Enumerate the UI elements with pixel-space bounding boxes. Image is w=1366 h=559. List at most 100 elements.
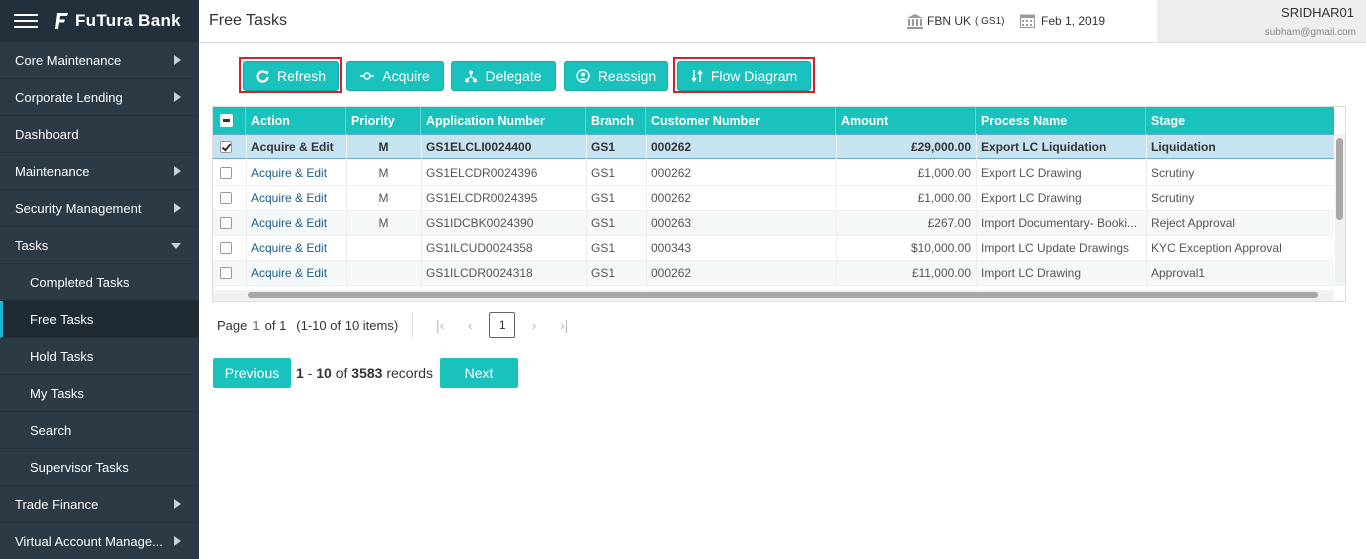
acquire-edit-link[interactable]: Acquire & Edit: [246, 161, 346, 186]
last-page-icon[interactable]: ›|: [549, 317, 579, 333]
sidebar-subitem-label: Search: [30, 422, 72, 438]
row-checkbox[interactable]: [220, 217, 232, 229]
date-text: Feb 1, 2019: [1041, 13, 1106, 28]
flow-diagram-button[interactable]: Flow Diagram: [677, 61, 811, 91]
current-page-button[interactable]: 1: [489, 312, 516, 338]
minus-icon: [223, 119, 230, 122]
sidebar-item-corporate-lending[interactable]: Corporate Lending: [0, 79, 199, 116]
column-divider: [586, 134, 587, 289]
sidebar-item-tasks[interactable]: Tasks: [0, 227, 199, 264]
range-dash: -: [303, 365, 317, 381]
delegate-button[interactable]: Delegate: [451, 61, 556, 91]
col-stage[interactable]: Stage: [1146, 107, 1334, 134]
previous-page-icon[interactable]: ‹: [455, 317, 485, 333]
sidebar-item-label: Core Maintenance: [15, 52, 122, 68]
column-divider: [246, 134, 247, 289]
acquire-edit-link[interactable]: Acquire & Edit: [246, 186, 346, 211]
cell-application-number: GS1IDCBK0024390: [426, 216, 534, 230]
chevron-right-icon: [174, 92, 181, 102]
user-menu[interactable]: SRIDHAR01 subham@gmail.com: [1157, 0, 1366, 42]
hamburger-menu-icon[interactable]: [14, 14, 38, 28]
column-divider: [1146, 134, 1147, 289]
sidebar-item-label: Virtual Account Manage...: [15, 533, 163, 549]
cell-stage: Scrutiny: [1151, 191, 1195, 205]
acquire-edit-link[interactable]: Acquire & Edit: [246, 261, 346, 286]
logo: FuTura Bank: [54, 11, 181, 31]
table-row[interactable]: Acquire & Edit M GS1ELCLI0024400 GS1 000…: [213, 134, 1334, 159]
row-checkbox[interactable]: [220, 192, 232, 204]
page-items: (1-10 of 10 items): [296, 317, 399, 333]
sidebar-item-virtual-account[interactable]: Virtual Account Manage...: [0, 523, 199, 559]
cell-priority: M: [378, 166, 389, 180]
acquire-edit-link[interactable]: Acquire & Edit: [246, 135, 346, 160]
col-customer-number[interactable]: Customer Number: [646, 107, 836, 134]
records-summary: 1 - 10 of 3583 records: [296, 365, 433, 381]
column-divider: [346, 134, 347, 289]
acquire-button[interactable]: Acquire: [346, 61, 444, 91]
table-row[interactable]: Acquire & Edit M GS1ELCDR0024396 GS1 000…: [213, 161, 1334, 186]
cell-branch: GS1: [591, 216, 616, 230]
sidebar-item-maintenance[interactable]: Maintenance: [0, 153, 199, 190]
cell-customer-number: 000262: [651, 191, 692, 205]
delegate-icon: [465, 70, 478, 82]
cell-amount: $10,000.00: [910, 241, 971, 255]
chevron-right-icon: [174, 499, 181, 509]
col-branch[interactable]: Branch: [586, 107, 646, 134]
sidebar-subitem-search[interactable]: Search: [0, 412, 199, 449]
cell-stage: Reject Approval: [1151, 216, 1236, 230]
sidebar-subitem-free-tasks[interactable]: Free Tasks: [0, 301, 199, 338]
cell-process-name: Import Documentary- Booki...: [981, 216, 1138, 230]
acquire-edit-link[interactable]: Acquire & Edit: [246, 211, 346, 236]
table-row[interactable]: Acquire & Edit M GS1IDCBK0024390 GS1 000…: [213, 211, 1334, 236]
refresh-button[interactable]: Refresh: [243, 61, 339, 91]
col-process-name[interactable]: Process Name: [976, 107, 1146, 134]
grid-pager: Page 1 of 1 (1-10 of 10 items) |‹ ‹ 1 › …: [217, 311, 579, 339]
page-title: Free Tasks: [209, 12, 287, 29]
sidebar-subitem-completed-tasks[interactable]: Completed Tasks: [0, 264, 199, 301]
next-page-icon[interactable]: ›: [519, 317, 549, 333]
acquire-edit-link[interactable]: Acquire & Edit: [246, 236, 346, 261]
chevron-down-icon: [171, 243, 181, 249]
vertical-scrollbar[interactable]: [1335, 134, 1345, 286]
previous-button[interactable]: Previous: [213, 358, 291, 388]
col-priority[interactable]: Priority: [346, 107, 421, 134]
sidebar-item-dashboard[interactable]: Dashboard: [0, 116, 199, 153]
table-row[interactable]: Acquire & Edit GS1ILCDR0024318 GS1 00026…: [213, 261, 1334, 286]
horizontal-scrollbar[interactable]: [213, 290, 1334, 301]
table-row[interactable]: Acquire & Edit M GS1ELCDR0024395 GS1 000…: [213, 186, 1334, 211]
cell-process-name: Import LC Update Drawings: [981, 241, 1130, 255]
row-checkbox[interactable]: [220, 242, 232, 254]
col-application-number[interactable]: Application Number: [421, 107, 586, 134]
sidebar-item-security-management[interactable]: Security Management: [0, 190, 199, 227]
sidebar-subitem-label: Completed Tasks: [30, 274, 130, 290]
refresh-icon: [256, 70, 269, 83]
sidebar-item-label: Tasks: [15, 237, 49, 253]
next-button[interactable]: Next: [440, 358, 518, 388]
sidebar-item-trade-finance[interactable]: Trade Finance: [0, 486, 199, 523]
sidebar-subitem-label: Hold Tasks: [30, 348, 94, 364]
table-row[interactable]: Acquire & Edit GS1ILCUD0024358 GS1 00034…: [213, 236, 1334, 261]
sidebar-subitem-supervisor-tasks[interactable]: Supervisor Tasks: [0, 449, 199, 486]
col-action[interactable]: Action: [246, 107, 346, 134]
sidebar-item-core-maintenance[interactable]: Core Maintenance: [0, 42, 199, 79]
row-checkbox[interactable]: [220, 267, 232, 279]
row-checkbox[interactable]: [220, 167, 232, 179]
row-checkbox[interactable]: [220, 141, 232, 153]
select-all-checkbox[interactable]: [220, 114, 233, 127]
entity-name: FBN UK: [927, 14, 972, 28]
col-amount[interactable]: Amount: [836, 107, 976, 134]
brand-name: FuTura Bank: [75, 11, 181, 30]
horizontal-scroll-thumb[interactable]: [248, 292, 1318, 298]
pager-divider: [412, 312, 414, 338]
sidebar-subitem-my-tasks[interactable]: My Tasks: [0, 375, 199, 412]
first-page-icon[interactable]: |‹: [425, 317, 455, 333]
entity-selector[interactable]: FBN UK ( GS1): [906, 13, 1004, 29]
reassign-button[interactable]: Reassign: [564, 61, 668, 91]
cell-process-name: Export LC Liquidation: [981, 140, 1107, 154]
cell-priority: [346, 261, 421, 286]
cell-application-number: GS1ELCDR0024395: [426, 191, 538, 205]
column-divider: [836, 134, 837, 289]
cell-amount: £1,000.00: [917, 191, 971, 205]
vertical-scroll-thumb[interactable]: [1336, 138, 1343, 220]
sidebar-subitem-hold-tasks[interactable]: Hold Tasks: [0, 338, 199, 375]
